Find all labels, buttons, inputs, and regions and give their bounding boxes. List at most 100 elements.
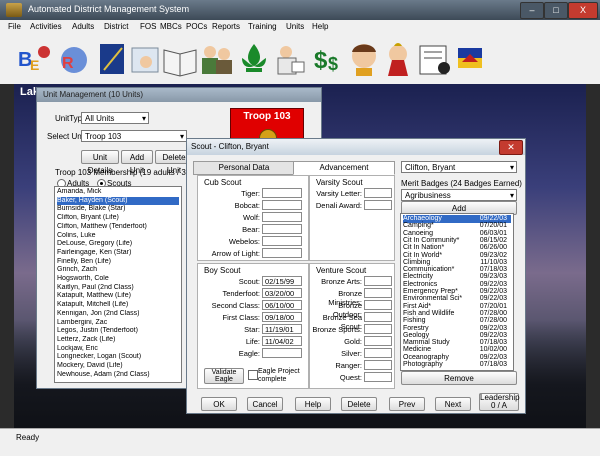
roster-item[interactable]: Fairleingage, Ken (Star) [57,249,179,257]
app-title: Automated District Management System [28,4,190,14]
merit-badge-select[interactable]: Agribusiness [401,189,517,202]
next-button[interactable]: Next [435,397,471,411]
menu-fos[interactable]: FOS [140,22,156,31]
date-field[interactable] [262,224,302,234]
date-field[interactable] [262,212,302,222]
boy-scout-fields: Scout: 02/15/99 Tenderfoot: 03/20/00 Second … [198,276,308,360]
leadership-button[interactable]: Leadership 0 / A [479,393,520,411]
roster-item[interactable]: Katapult, Mitchell (Life) [57,301,179,309]
date-field[interactable] [364,312,392,322]
roster-item[interactable]: Hogsworth, Cole [57,275,179,283]
remove-badge-button[interactable]: Remove [401,371,517,385]
close-button[interactable]: X [568,2,598,19]
roster-item[interactable]: Clifton, Bryant (Life) [57,214,179,222]
roster-item[interactable]: Lambergini, Zac [57,319,179,327]
tab-personal-data[interactable]: Personal Data [193,161,295,175]
flag-icon[interactable] [452,40,488,78]
roster-item[interactable]: Longnecker, Logan (Scout) [57,353,179,361]
date-field[interactable]: 09/18/00 [262,312,302,322]
roster-item[interactable]: Kennigan, Jon (2nd Class) [57,310,179,318]
date-field[interactable]: 11/04/02 [262,336,302,346]
field-label: Life: [245,337,260,346]
roster-list[interactable]: Amanda, Mick Baker, Hayden (Scout) Burnsid… [54,186,182,383]
globe-people-icon[interactable]: R [56,40,92,78]
roster-item[interactable]: Finelly, Ben (Life) [57,258,179,266]
unit-details-button[interactable]: Unit Details [81,150,119,175]
person-avatar-icon[interactable] [346,40,382,78]
menu-pocs[interactable]: POCs [186,22,207,31]
roster-item[interactable]: Baker, Hayden (Scout) [57,196,179,205]
unit-type-select[interactable]: All Units [81,112,149,125]
menu-file[interactable]: File [8,22,21,31]
field-label: Bobcat: [234,201,260,210]
menu-mbcs[interactable]: MBCs [160,22,182,31]
date-field[interactable]: 02/15/99 [262,276,302,286]
date-field[interactable] [364,288,392,298]
menu-training[interactable]: Training [248,22,277,31]
date-field[interactable] [262,348,302,358]
date-field[interactable]: 03/20/00 [262,288,302,298]
ok-button[interactable]: OK [201,397,237,411]
add-unit-button[interactable]: Add Unit [121,150,153,175]
prev-button[interactable]: Prev [389,397,425,411]
date-field[interactable]: 06/10/00 [262,300,302,310]
date-field[interactable] [364,200,392,210]
select-unit-select[interactable]: Troop 103 [81,130,187,143]
bell-person-icon[interactable] [380,40,416,78]
open-book-icon[interactable] [162,40,198,78]
ber-logo-icon[interactable]: BE [16,40,52,78]
money-icon[interactable]: $ $ [310,40,346,78]
date-field[interactable]: 11/19/01 [262,324,302,334]
roster-item[interactable]: Lockjaw, Eric [57,345,179,353]
merit-badge-name: Archaeology [403,215,442,222]
scout-leaders-icon[interactable] [198,40,234,78]
hand-pointer-icon[interactable] [128,40,164,78]
validate-eagle-button[interactable]: Validate Eagle [204,368,244,384]
menu-adults[interactable]: Adults [72,22,94,31]
date-field[interactable] [364,276,392,286]
roster-item[interactable]: Legos, Justin (Tenderfoot) [57,327,179,335]
roster-item[interactable]: Burnside, Blake (Star) [57,205,179,213]
merit-badge-item[interactable]: Photography 07/18/03 [403,361,511,369]
roster-item[interactable]: Colins, Luke [57,232,179,240]
date-field[interactable] [262,188,302,198]
date-field[interactable] [364,360,392,370]
roster-item[interactable]: Kaitlyn, Paul (2nd Class) [57,284,179,292]
date-field[interactable] [364,324,392,334]
date-field[interactable] [364,188,392,198]
delete-button[interactable]: Delete [341,397,377,411]
meeting-icon[interactable] [272,40,308,78]
cancel-button[interactable]: Cancel [247,397,283,411]
roster-item[interactable]: Mockery, David (Life) [57,362,179,370]
scout-select[interactable]: Clifton, Bryant [401,161,517,174]
help-button[interactable]: Help [295,397,331,411]
date-field[interactable] [364,372,392,382]
roster-item[interactable]: Grinch, Zach [57,266,179,274]
roster-item[interactable]: Amanda, Mick [57,188,179,196]
menu-district[interactable]: District [104,22,128,31]
merit-badge-list[interactable]: Archaeology 09/22/03 Camping* 07/20/01 Canoe… [400,213,514,371]
date-field[interactable] [262,236,302,246]
eagle-project-checkbox[interactable] [248,370,258,380]
roster-item[interactable]: Letterz, Zack (Life) [57,336,179,344]
date-field[interactable] [364,336,392,346]
tab-advancement[interactable]: Advancement [293,161,395,175]
fleur-de-lis-icon[interactable] [236,40,272,78]
date-field[interactable] [262,248,302,258]
date-field[interactable] [364,348,392,358]
menu-help[interactable]: Help [312,22,328,31]
newspaper-icon[interactable] [416,40,452,78]
date-field[interactable] [364,300,392,310]
menu-units[interactable]: Units [286,22,304,31]
roster-item[interactable]: Newhouse, Adam (2nd Class) [57,371,179,379]
close-icon[interactable]: ✕ [499,140,523,155]
roster-item[interactable]: Katapult, Matthew (Life) [57,292,179,300]
notebook-icon[interactable] [94,40,130,78]
date-field[interactable] [262,200,302,210]
roster-item[interactable]: Clifton, Matthew (Tenderfoot) [57,223,179,231]
menu-reports[interactable]: Reports [212,22,240,31]
menu-activities[interactable]: Activities [30,22,62,31]
roster-item[interactable]: DeLouse, Gregory (Life) [57,240,179,248]
maximize-button[interactable]: □ [544,2,568,19]
minimize-button[interactable]: – [520,2,544,19]
